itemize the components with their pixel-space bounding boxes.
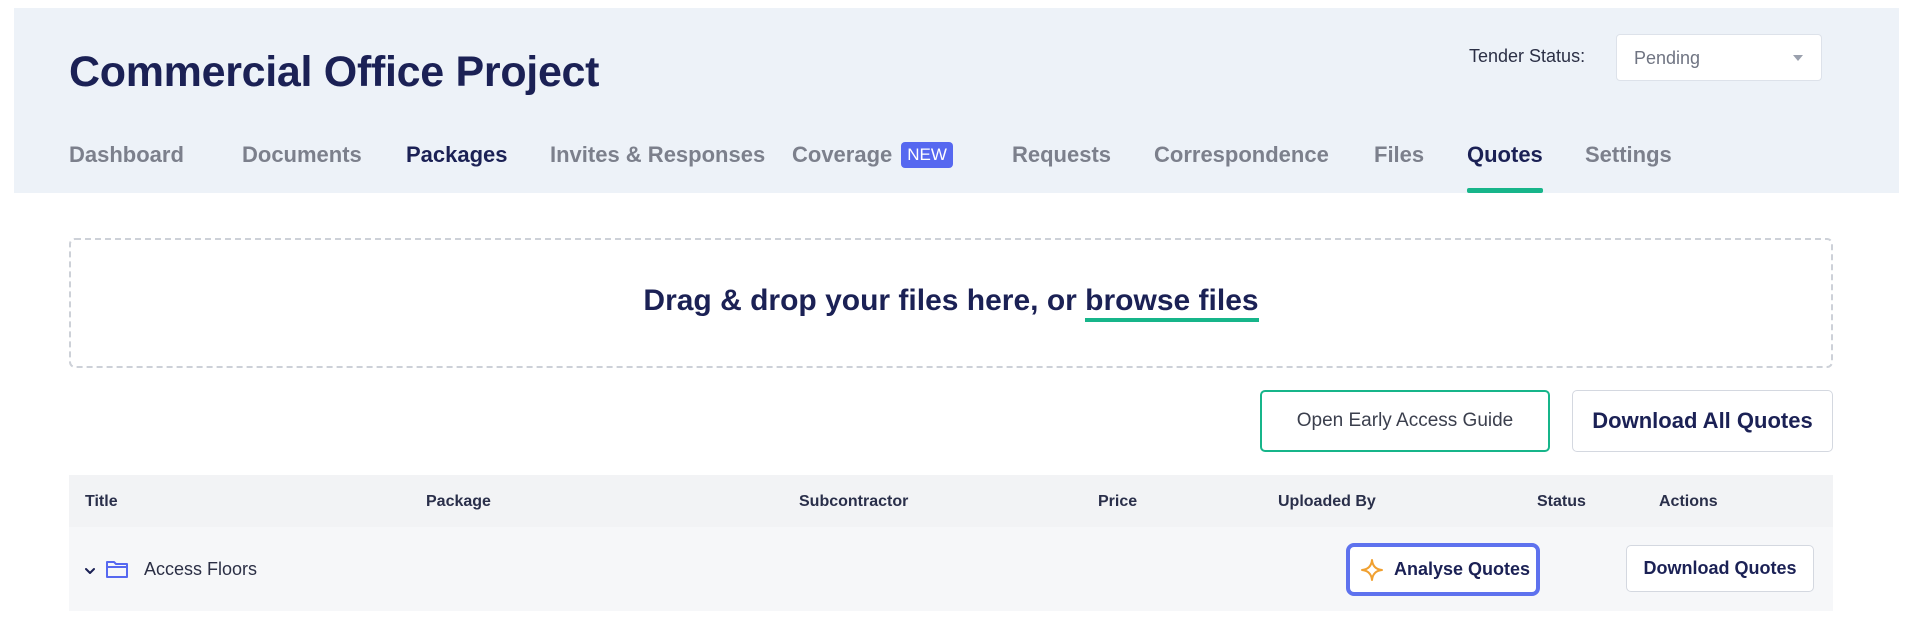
column-header-status: Status — [1537, 493, 1586, 510]
column-header-price: Price — [1098, 493, 1138, 510]
download-quotes-button[interactable]: Download Quotes — [1626, 545, 1814, 592]
tab-files[interactable]: Files — [1374, 142, 1424, 193]
tab-quotes[interactable]: Quotes — [1467, 142, 1543, 193]
tab-label: Correspondence — [1154, 142, 1329, 167]
column-header-package: Package — [426, 493, 491, 510]
file-dropzone[interactable]: Drag & drop your files here, or browse f… — [69, 238, 1833, 368]
table-row: Access Floors Analyse Quotes Download Qu… — [69, 527, 1833, 611]
tab-label: Packages — [406, 142, 508, 167]
tender-status-label: Tender Status: — [1469, 46, 1586, 66]
tab-coverage[interactable]: Coverage NEW — [792, 142, 953, 193]
tender-status-select[interactable]: Pending — [1616, 34, 1822, 81]
tab-label: Quotes — [1467, 142, 1543, 167]
tab-label: Documents — [242, 142, 362, 167]
tab-label: Dashboard — [69, 142, 184, 167]
column-header-uploaded-by: Uploaded By — [1278, 493, 1376, 510]
folder-icon — [105, 559, 129, 579]
dropzone-text: Drag & drop your files here, or — [643, 284, 1086, 317]
caret-down-icon — [1793, 55, 1803, 61]
tab-label: Settings — [1585, 142, 1672, 167]
tab-requests[interactable]: Requests — [1012, 142, 1111, 193]
analyse-quotes-button[interactable]: Analyse Quotes — [1346, 543, 1540, 596]
column-header-subcontractor: Subcontractor — [799, 493, 909, 510]
column-header-title: Title — [85, 493, 118, 510]
tab-correspondence[interactable]: Correspondence — [1154, 142, 1329, 193]
tab-dashboard[interactable]: Dashboard — [69, 142, 184, 193]
dropzone-message: Drag & drop your files here, or browse f… — [71, 284, 1831, 322]
tender-status-value: Pending — [1634, 48, 1701, 68]
sparkle-icon — [1360, 558, 1384, 582]
quotes-table-header: Title Package Subcontractor Price Upload… — [69, 475, 1833, 527]
page-title: Commercial Office Project — [69, 48, 600, 96]
browse-files-link[interactable]: browse files — [1085, 284, 1259, 322]
column-header-actions: Actions — [1659, 493, 1718, 510]
open-early-access-guide-button[interactable]: Open Early Access Guide — [1260, 390, 1550, 452]
tab-label: Coverage — [792, 142, 893, 167]
chevron-down-icon[interactable] — [85, 563, 95, 574]
tab-invites-responses[interactable]: Invites & Responses — [550, 142, 765, 193]
project-header: Commercial Office Project Tender Status:… — [14, 8, 1899, 193]
tab-label: Files — [1374, 142, 1425, 167]
new-badge: NEW — [901, 142, 953, 168]
analyse-quotes-label: Analyse Quotes — [1394, 559, 1531, 579]
download-all-quotes-button[interactable]: Download All Quotes — [1572, 390, 1833, 452]
tab-label: Requests — [1012, 142, 1112, 167]
tab-settings[interactable]: Settings — [1585, 142, 1672, 193]
tab-documents[interactable]: Documents — [242, 142, 362, 193]
row-title[interactable]: Access Floors — [144, 559, 257, 580]
tab-label: Invites & Responses — [550, 142, 766, 167]
tab-packages[interactable]: Packages — [406, 142, 508, 193]
